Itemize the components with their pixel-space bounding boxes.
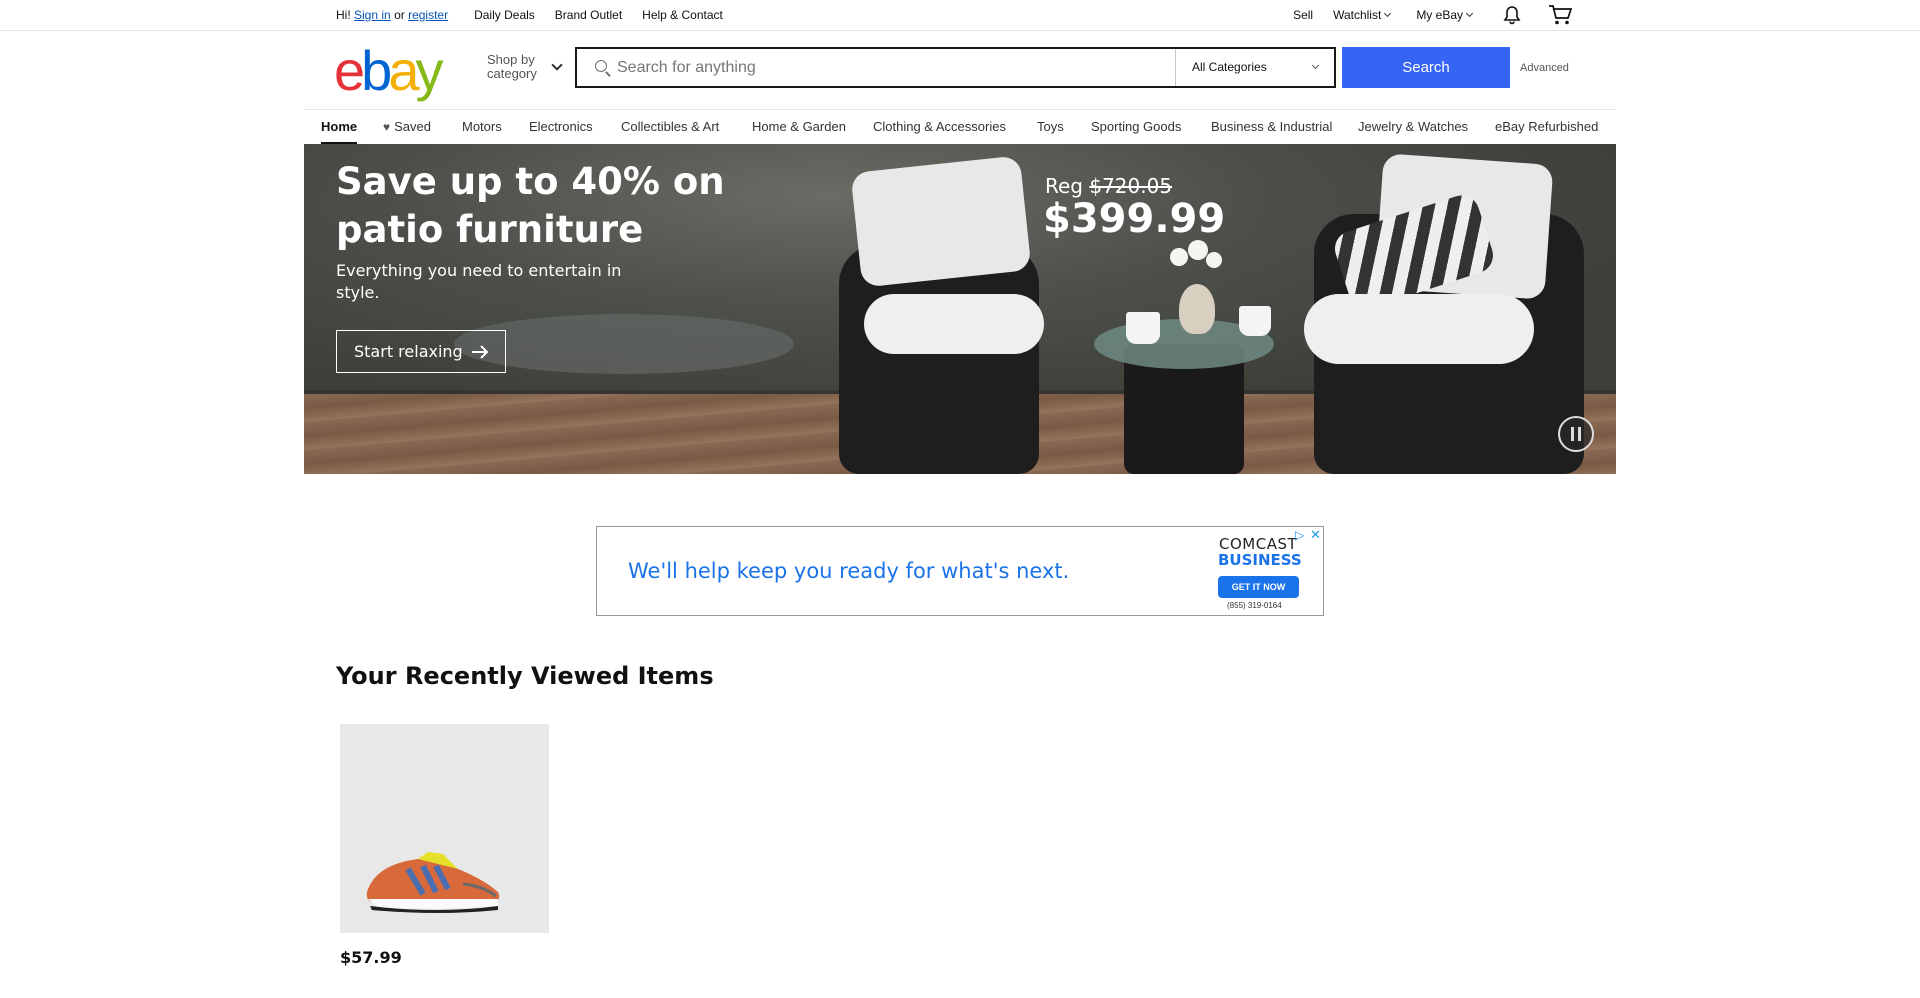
recently-viewed-item[interactable]	[340, 724, 549, 933]
start-relaxing-label: Start relaxing	[354, 342, 463, 361]
chair-cushion-right	[1304, 294, 1534, 364]
nav-business-industrial[interactable]: Business & Industrial	[1211, 119, 1332, 134]
coffee-cup	[1239, 306, 1271, 336]
ad-text: We'll help keep you ready for what's nex…	[628, 559, 1070, 583]
my-ebay-label: My eBay	[1416, 8, 1463, 22]
search-button[interactable]: Search	[1342, 47, 1510, 88]
white-pillow	[850, 155, 1032, 288]
nav-collectibles-art[interactable]: Collectibles & Art	[621, 119, 719, 134]
flower	[1170, 248, 1188, 266]
greeting-text: Hi!	[336, 8, 351, 22]
nav-electronics[interactable]: Electronics	[529, 119, 593, 134]
hero-title: Save up to 40% on patio furniture	[336, 160, 725, 251]
top-bar: Hi! Sign in or register Daily Deals Bran…	[0, 0, 1920, 31]
pause-icon[interactable]	[1558, 416, 1594, 452]
close-icon[interactable]: ✕	[1310, 527, 1321, 543]
daily-deals-link[interactable]: Daily Deals	[474, 8, 535, 22]
adchoices-icon[interactable]: ▷	[1295, 528, 1304, 542]
watchlist-menu[interactable]: Watchlist	[1333, 8, 1392, 22]
chevron-down-icon	[551, 59, 563, 71]
heart-icon: ♥	[383, 120, 391, 134]
category-nav: Home ♥ Saved Motors Electronics Collectib…	[304, 109, 1616, 144]
recently-viewed-title: Your Recently Viewed Items	[336, 662, 714, 690]
nav-home-garden[interactable]: Home & Garden	[752, 119, 846, 134]
search-input[interactable]	[577, 49, 1175, 86]
nav-saved-label: Saved	[394, 119, 431, 134]
cart-icon[interactable]	[1548, 4, 1572, 26]
nav-saved[interactable]: ♥ Saved	[383, 119, 431, 134]
regular-price-value: $720.05	[1089, 174, 1173, 198]
arrow-right-icon	[472, 345, 489, 359]
ad-brand-business: BUSINESS	[1218, 551, 1302, 569]
nav-ebay-refurbished[interactable]: eBay Refurbished	[1495, 119, 1598, 134]
sell-link[interactable]: Sell	[1293, 8, 1313, 22]
search-icon	[595, 60, 607, 72]
help-contact-link[interactable]: Help & Contact	[642, 8, 723, 22]
category-select-value: All Categories	[1192, 60, 1267, 74]
search-box: All Categories	[575, 47, 1336, 88]
register-link[interactable]: register	[408, 8, 448, 22]
nav-clothing-accessories[interactable]: Clothing & Accessories	[873, 119, 1006, 134]
my-ebay-menu[interactable]: My eBay	[1416, 8, 1474, 22]
nav-sporting-goods[interactable]: Sporting Goods	[1091, 119, 1181, 134]
sign-in-link[interactable]: Sign in	[354, 8, 391, 22]
chevron-down-icon	[1465, 9, 1474, 18]
flower	[1206, 252, 1222, 268]
chevron-down-icon	[1384, 9, 1392, 18]
nav-jewelry-watches[interactable]: Jewelry & Watches	[1358, 119, 1468, 134]
header: ebay Shop by category All Categories Sea…	[0, 31, 1920, 109]
nav-home[interactable]: Home	[321, 119, 358, 144]
chair-cushion-left	[864, 294, 1044, 354]
nav-motors[interactable]: Motors	[462, 119, 502, 134]
sneaker-image	[366, 852, 500, 913]
advertisement[interactable]: We'll help keep you ready for what's nex…	[596, 526, 1324, 616]
vase	[1179, 284, 1215, 334]
shop-by-category-label: Shop by category	[487, 52, 537, 81]
ad-get-it-now-button[interactable]: GET IT NOW	[1218, 576, 1299, 598]
brand-outlet-link[interactable]: Brand Outlet	[555, 8, 622, 22]
notification-bell-icon[interactable]	[1502, 5, 1522, 25]
ad-phone: (855) 319-0164	[1227, 601, 1282, 610]
regular-price-label: Reg	[1045, 174, 1083, 198]
recently-viewed-price: $57.99	[340, 948, 402, 967]
watchlist-label: Watchlist	[1333, 8, 1382, 22]
shop-by-category-button[interactable]: Shop by category	[487, 53, 567, 81]
advanced-search-link[interactable]: Advanced	[1520, 62, 1569, 74]
flower	[1188, 240, 1208, 260]
chevron-down-icon	[1311, 61, 1320, 70]
regular-price: Reg $720.05	[1045, 174, 1172, 198]
sale-price: $399.99	[1043, 196, 1226, 242]
hero-subtitle: Everything you need to entertain in styl…	[336, 261, 622, 302]
nav-toys[interactable]: Toys	[1037, 119, 1064, 134]
or-text: or	[394, 8, 405, 22]
category-select[interactable]: All Categories	[1175, 49, 1334, 86]
start-relaxing-button[interactable]: Start relaxing	[336, 330, 506, 373]
hero-banner[interactable]: Save up to 40% on patio furniture Everyt…	[304, 144, 1616, 474]
ebay-logo[interactable]: ebay	[334, 43, 443, 99]
coffee-cup	[1126, 312, 1160, 344]
